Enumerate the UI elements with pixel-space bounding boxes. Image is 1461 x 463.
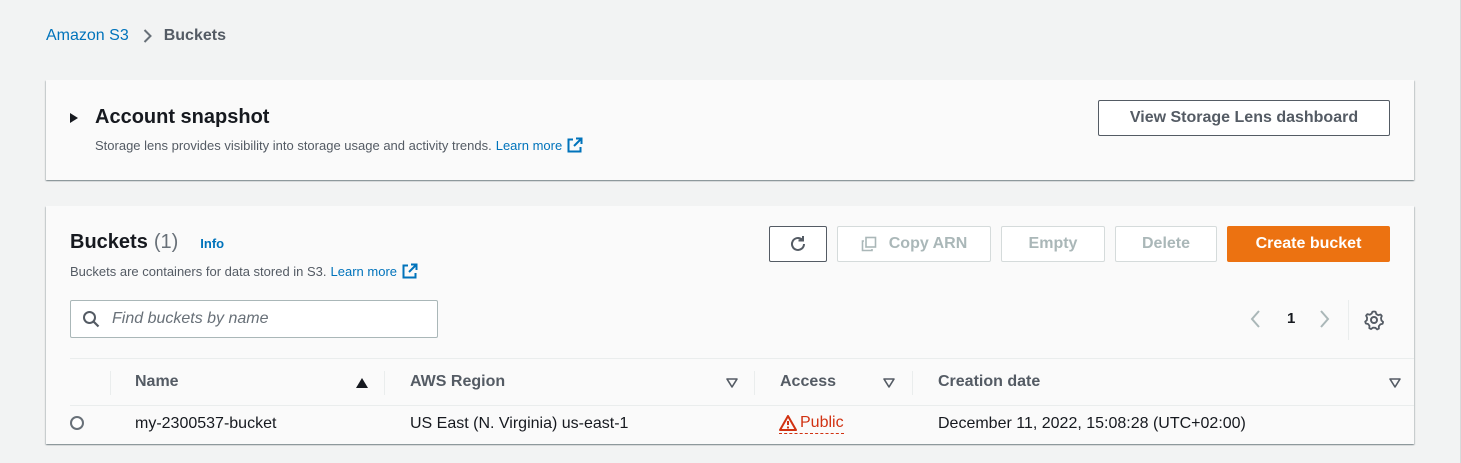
account-snapshot-description: Storage lens provides visibility into st… (95, 137, 583, 153)
chevron-right-icon (143, 29, 152, 43)
current-page-number[interactable]: 1 (1287, 310, 1295, 327)
buckets-description: Buckets are containers for data stored i… (70, 263, 418, 279)
column-divider (110, 371, 111, 395)
external-link-icon[interactable] (402, 263, 418, 279)
copy-icon (861, 236, 877, 252)
chevron-left-icon[interactable] (1250, 306, 1262, 332)
bucket-region: US East (N. Virginia) us-east-1 (410, 415, 629, 432)
buckets-learn-more-link[interactable]: Learn more (331, 264, 397, 279)
column-divider (384, 371, 385, 395)
column-header-creation-date[interactable]: Creation date (938, 359, 1040, 405)
refresh-icon (788, 234, 808, 254)
bucket-creation-date: December 11, 2022, 15:08:28 (UTC+02:00) (938, 415, 1246, 432)
sort-descending-icon[interactable] (726, 378, 738, 388)
account-snapshot-panel: Account snapshot Storage lens provides v… (46, 80, 1414, 180)
chevron-right-icon[interactable] (1318, 306, 1330, 332)
info-link[interactable]: Info (200, 236, 224, 251)
pager-divider (1348, 300, 1349, 340)
sort-descending-icon[interactable] (883, 378, 895, 388)
external-link-icon[interactable] (567, 137, 583, 153)
column-header-region[interactable]: AWS Region (410, 359, 505, 405)
breadcrumb-amazon-s3[interactable]: Amazon S3 (46, 27, 129, 45)
table-header: Name AWS Region Access Creation date (70, 358, 1414, 406)
account-snapshot-title: Account snapshot (95, 106, 270, 128)
refresh-button[interactable] (769, 226, 827, 262)
search-input[interactable] (110, 309, 414, 329)
caret-right-icon (70, 112, 78, 123)
column-divider (912, 371, 913, 395)
bucket-name-link[interactable]: my-2300537-bucket (135, 405, 276, 443)
access-status[interactable]: Public (779, 414, 844, 434)
row-select-radio[interactable] (70, 416, 84, 430)
breadcrumb-current: Buckets (163, 27, 226, 44)
find-buckets-search[interactable] (70, 300, 438, 338)
column-header-access[interactable]: Access (780, 359, 836, 405)
gear-icon[interactable] (1362, 308, 1386, 332)
buckets-description-text: Buckets are containers for data stored i… (70, 263, 327, 279)
sort-descending-icon[interactable] (1389, 378, 1401, 388)
create-bucket-button[interactable]: Create bucket (1227, 226, 1390, 262)
buckets-title: Buckets (70, 231, 148, 253)
buckets-count: (1) (153, 231, 179, 253)
column-divider (754, 371, 755, 395)
search-icon (82, 310, 100, 328)
copy-arn-button[interactable]: Copy ARN (837, 226, 991, 262)
column-header-name[interactable]: Name (135, 359, 179, 405)
delete-button[interactable]: Delete (1115, 226, 1217, 262)
breadcrumb: Amazon S3 Buckets (46, 27, 226, 45)
bucket-access: Public (779, 405, 844, 443)
empty-button[interactable]: Empty (1001, 226, 1105, 262)
sort-ascending-icon[interactable] (356, 378, 368, 388)
table-row[interactable]: my-2300537-bucket US East (N. Virginia) … (70, 405, 1414, 443)
account-snapshot-toggle[interactable]: Account snapshot (70, 106, 269, 129)
buckets-panel: Buckets (1) Info Buckets are containers … (46, 206, 1414, 444)
snapshot-description-text: Storage lens provides visibility into st… (95, 137, 492, 153)
buckets-header: Buckets (1) Info (70, 231, 224, 254)
access-label: Public (800, 414, 844, 431)
warning-icon (779, 415, 797, 431)
snapshot-learn-more-link[interactable]: Learn more (496, 138, 562, 153)
copy-arn-label: Copy ARN (888, 235, 968, 252)
view-storage-lens-button[interactable]: View Storage Lens dashboard (1098, 100, 1390, 136)
